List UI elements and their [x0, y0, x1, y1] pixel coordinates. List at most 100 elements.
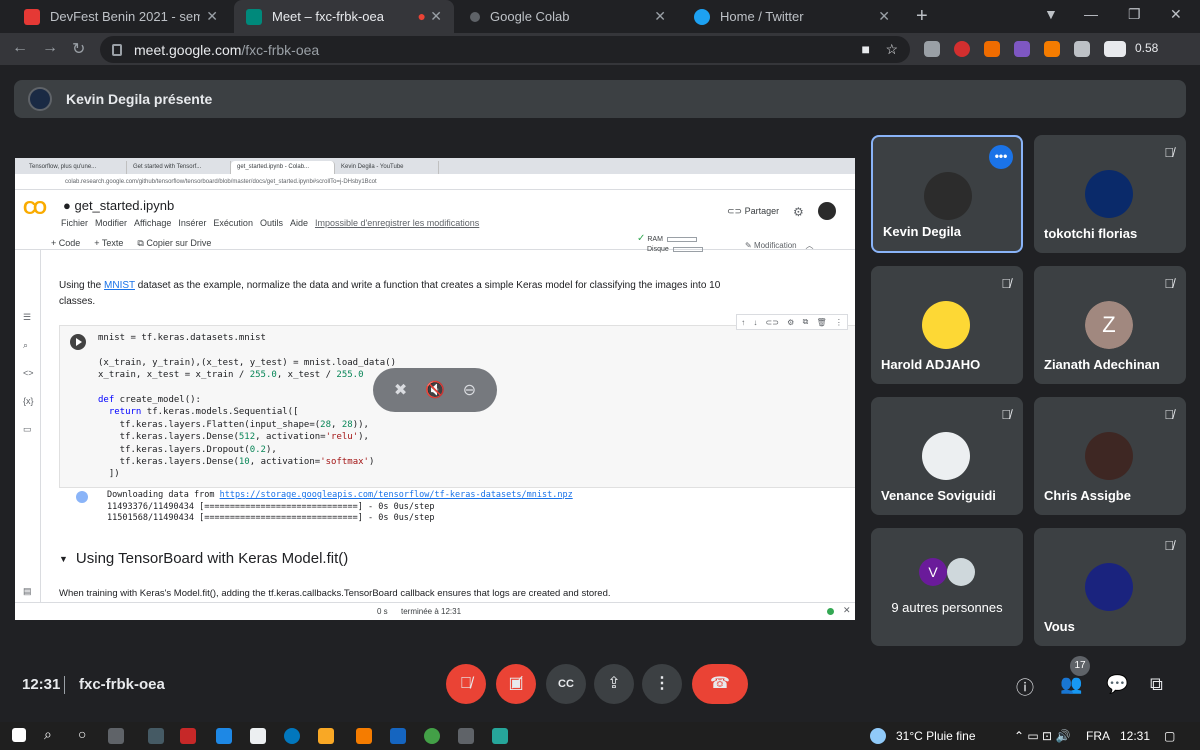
share-label: Partager [744, 206, 780, 216]
download-link: https://storage.googleapis.com/tensorflo… [219, 490, 573, 500]
participant-name: tokotchi florias [1044, 226, 1138, 241]
notebook-content: Using the MNIST dataset as the example, … [41, 250, 855, 600]
app-icon[interactable] [458, 728, 474, 744]
participant-tile[interactable]: 🎙̸ Chris Assigbe [1034, 397, 1186, 515]
self-tile[interactable]: 🎙̸ Vous [1034, 528, 1186, 646]
cortana-icon[interactable]: ○ [78, 726, 86, 742]
filezilla-icon[interactable] [180, 728, 196, 744]
restore-icon[interactable]: ❐ [1128, 6, 1141, 23]
app-icon[interactable] [250, 728, 266, 744]
more-options-button[interactable]: ⋮ [642, 664, 682, 704]
close-window-icon[interactable]: ✕ [1170, 6, 1182, 23]
mute-icon[interactable]: 🔇 [425, 380, 445, 400]
profile-menu-icon[interactable]: ▼ [1044, 6, 1058, 22]
presentation-overlay[interactable]: ✖ 🔇 ⊖ [373, 368, 497, 412]
chrome-icon[interactable] [424, 728, 440, 744]
browser-tab-meet[interactable]: Meet – fxc-frbk-oea ● ✕ [234, 0, 454, 33]
zoom-extension-icon[interactable] [1104, 41, 1126, 57]
delete-icon: 🗑 [816, 317, 827, 327]
weather-text[interactable]: 31°C Pluie fine [896, 729, 976, 743]
github-icon: ● [63, 198, 71, 213]
info-icon[interactable]: ⓘ [1016, 674, 1034, 700]
colab-toolbar: + Code + Texte ⧉ Copier sur Drive [51, 238, 211, 249]
url-host: meet.google.com [134, 41, 242, 58]
metamask-icon[interactable] [1044, 41, 1060, 57]
file-explorer-icon[interactable] [318, 728, 334, 744]
section-heading-text: Using TensorBoard with Keras Model.fit() [75, 550, 349, 567]
tray-icons[interactable]: ⌃ ▭ ⊡ 🔊 [1014, 729, 1070, 743]
more-options-icon[interactable]: ••• [989, 145, 1013, 169]
remove-icon[interactable]: ⊖ [463, 380, 476, 400]
mic-off-icon: 🎙̸ [1001, 407, 1011, 422]
avatar [1085, 563, 1133, 611]
extension-icon[interactable] [1014, 41, 1030, 57]
extension-icon[interactable] [984, 41, 1000, 57]
link-icon: ⊂⊃ [765, 317, 779, 327]
output-line: 11501568/11490434 [=====================… [107, 513, 435, 523]
participant-name: Zianath Adechinan [1044, 357, 1160, 372]
menu-item: Insérer [178, 218, 207, 228]
toc-icon: ☰ [23, 312, 32, 322]
run-cell-button [70, 334, 86, 350]
menu-item: Fichier [61, 218, 89, 228]
participant-tile[interactable]: 🎙̸ tokotchi florias [1034, 135, 1186, 253]
colab-logo-icon: CO [23, 198, 47, 218]
close-tab-icon[interactable]: ✕ [878, 8, 890, 25]
app-icon[interactable] [492, 728, 508, 744]
participant-tile[interactable]: ••• Kevin Degila [871, 135, 1023, 253]
menu-item: Outils [259, 218, 283, 228]
task-view-icon[interactable] [108, 728, 124, 744]
participant-tile[interactable]: 🎙̸ Z Zianath Adechinan [1034, 266, 1186, 384]
windows-start-icon[interactable] [12, 728, 26, 742]
vscode-icon[interactable] [216, 728, 232, 744]
browser-tab-twitter[interactable]: Home / Twitter ✕ [682, 0, 902, 33]
activities-icon[interactable]: ⧉ [1150, 674, 1163, 695]
present-button[interactable]: ⇪ [594, 664, 634, 704]
extension-value: 0.58 [1135, 41, 1159, 55]
people-icon[interactable]: 👥 [1060, 674, 1082, 695]
camera-icon[interactable]: ■ [862, 41, 870, 57]
clock[interactable]: 12:31 [1120, 729, 1150, 743]
app-icon[interactable] [356, 728, 372, 744]
colab-sidebar: ☰ ⌕ <> {x} ▭ ▤ [15, 250, 41, 620]
camera-toggle-button[interactable]: ▣̸ [496, 664, 536, 704]
search-icon[interactable]: ⌕ [44, 726, 52, 743]
app-icon[interactable] [148, 728, 164, 744]
browser-tab-devfest[interactable]: DevFest Benin 2021 - semassaep ✕ [12, 0, 230, 33]
back-icon[interactable]: ← [12, 39, 28, 57]
extension-icon[interactable] [924, 41, 940, 57]
unpin-icon[interactable]: ✖ [394, 380, 407, 400]
participant-count-badge: 17 [1070, 656, 1090, 676]
colab-favicon-icon [470, 11, 480, 22]
new-tab-button[interactable]: + [916, 5, 928, 28]
bookmark-star-icon[interactable]: ☆ [885, 41, 898, 58]
captions-button[interactable]: CC [546, 664, 586, 704]
presenter-avatar [28, 87, 52, 111]
close-tab-icon[interactable]: ✕ [430, 8, 442, 25]
hangup-button[interactable]: ☎ [692, 664, 748, 704]
address-bar[interactable]: meet.google.com/fxc-frbk-oea ■ ☆ [100, 36, 910, 63]
browser-tab-colab[interactable]: Google Colab ✕ [458, 0, 678, 33]
truncated-text: When training with Keras's Model.fit(), … [59, 588, 611, 599]
extensions-puzzle-icon[interactable] [1074, 41, 1090, 57]
notifications-icon[interactable]: ▢ [1164, 729, 1175, 743]
edge-icon[interactable] [284, 728, 300, 744]
word-icon[interactable] [390, 728, 406, 744]
others-tile[interactable]: V 9 autres personnes [871, 528, 1023, 646]
mnist-link: MNIST [104, 280, 135, 291]
call-controls-bar: 12:31 fxc-frbk-oea 🎙̸ ▣̸ CC ⇪ ⋮ ☎ ⓘ 17 👥… [0, 648, 1200, 720]
close-tab-icon[interactable]: ✕ [206, 8, 218, 25]
minimize-icon[interactable]: — [1084, 6, 1098, 22]
para-text: dataset as the example, normalize the da… [59, 280, 721, 307]
extension-icon[interactable] [954, 41, 970, 57]
forward-icon[interactable]: → [42, 39, 58, 57]
participant-name: Harold ADJAHO [881, 357, 981, 372]
language-indicator[interactable]: FRA [1086, 729, 1110, 743]
chat-icon[interactable]: 💬 [1106, 674, 1128, 695]
participant-tile[interactable]: 🎙̸ Venance Soviguidi [871, 397, 1023, 515]
reload-icon[interactable]: ↻ [72, 39, 85, 59]
avatar [924, 172, 972, 220]
participant-tile[interactable]: 🎙̸ Harold ADJAHO [871, 266, 1023, 384]
close-tab-icon[interactable]: ✕ [654, 8, 666, 25]
mic-toggle-button[interactable]: 🎙̸ [446, 664, 486, 704]
